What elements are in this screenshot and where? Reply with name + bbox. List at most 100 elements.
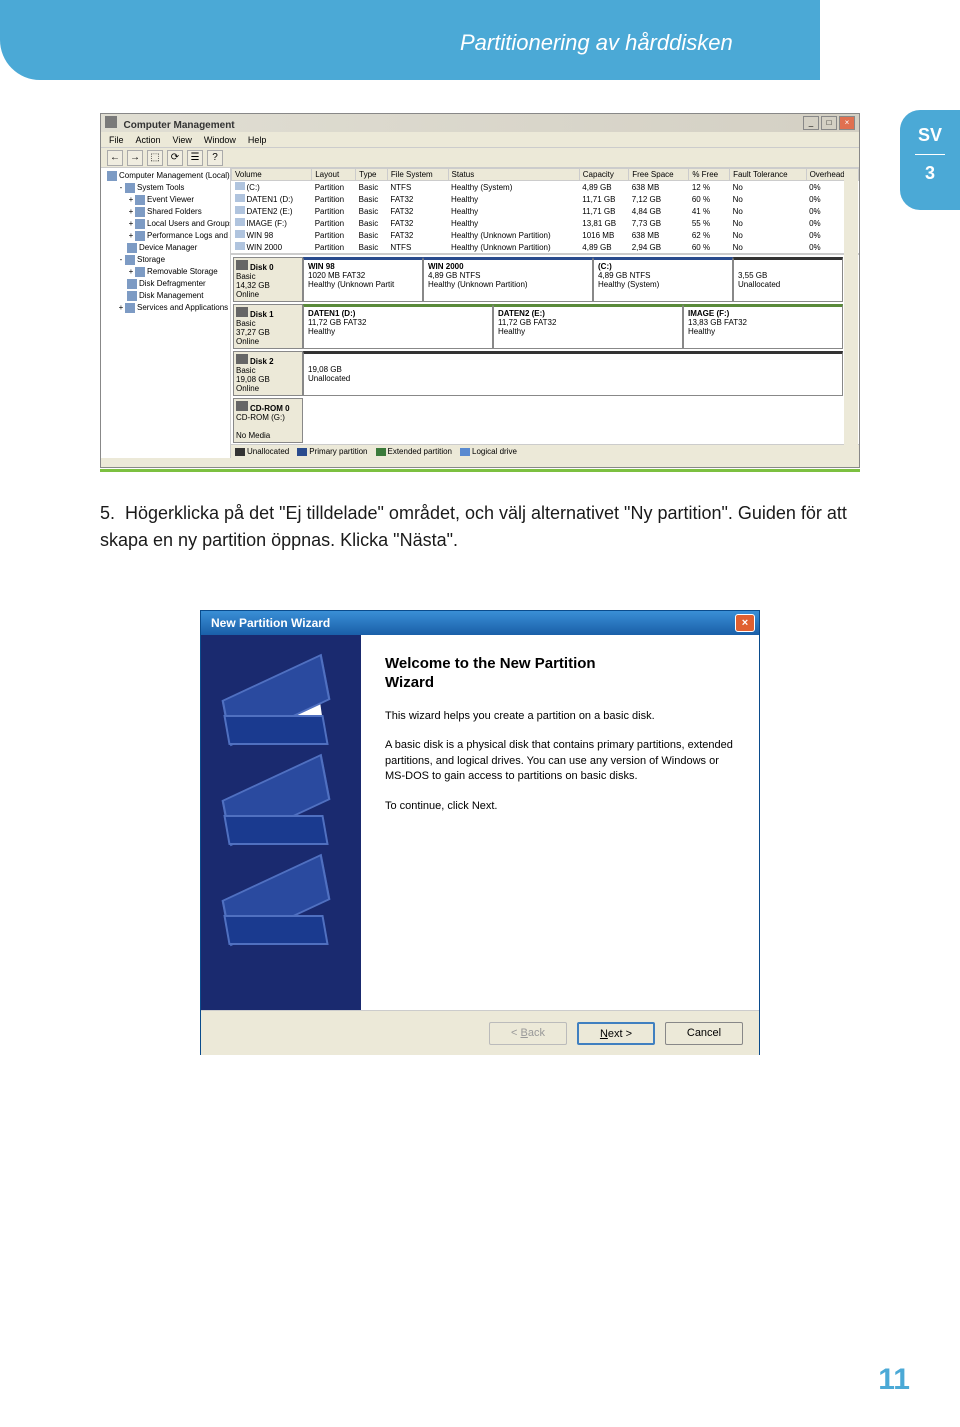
- defrag-icon: [127, 279, 137, 289]
- instruction-step: 5. Högerklicka på det "Ej tilldelade" om…: [100, 500, 860, 554]
- volume-icon: [235, 182, 245, 190]
- legend-primary-icon: [297, 448, 307, 456]
- volume-row[interactable]: WIN 98PartitionBasicFAT32Healthy (Unknow…: [232, 229, 859, 241]
- page-number: 11: [878, 1363, 910, 1397]
- wizard-close-button[interactable]: ×: [735, 614, 755, 632]
- disk-row: Disk 0Basic14,32 GBOnlineWIN 981020 MB F…: [233, 257, 857, 302]
- cm-title: Computer Management: [124, 120, 235, 131]
- tree-removable[interactable]: +Removable Storage: [103, 266, 228, 278]
- properties-icon[interactable]: ☰: [187, 150, 203, 166]
- tree-device-mgr[interactable]: Device Manager: [103, 242, 228, 254]
- window-controls: _ □ ×: [803, 116, 855, 130]
- disk-header[interactable]: Disk 1Basic37,27 GBOnline: [233, 304, 303, 349]
- volume-row[interactable]: DATEN1 (D:)PartitionBasicFAT32Healthy11,…: [232, 193, 859, 205]
- partition-block[interactable]: WIN 981020 MB FAT32Healthy (Unknown Part…: [303, 257, 423, 302]
- disk-icon: [221, 665, 331, 755]
- wizard-content: Welcome to the New Partition Wizard This…: [361, 635, 759, 1010]
- refresh-icon[interactable]: ⟳: [167, 150, 183, 166]
- wizard-body: Welcome to the New Partition Wizard This…: [201, 635, 759, 1010]
- menu-file[interactable]: File: [109, 135, 124, 145]
- diskmgmt-icon: [127, 291, 137, 301]
- app-icon: [105, 116, 117, 128]
- volume-row[interactable]: DATEN2 (E:)PartitionBasicFAT32Healthy11,…: [232, 205, 859, 217]
- side-tab: SV 3: [900, 110, 960, 210]
- wizard-heading-line2: Wizard: [385, 674, 735, 691]
- statusbar: [101, 458, 859, 464]
- chapter-number: 3: [900, 163, 960, 184]
- partition-block[interactable]: (C:)4,89 GB NTFSHealthy (System): [593, 257, 733, 302]
- storage-icon: [125, 255, 135, 265]
- volume-table: VolumeLayoutTypeFile SystemStatusCapacit…: [231, 168, 859, 253]
- back-icon[interactable]: ←: [107, 150, 123, 166]
- column-header[interactable]: Type: [356, 169, 388, 181]
- disk-drive-icon: [236, 260, 248, 270]
- scrollbar[interactable]: [844, 170, 858, 460]
- wizard-footer: < Back Next > Cancel: [201, 1010, 759, 1055]
- menu-view[interactable]: View: [173, 135, 192, 145]
- column-header[interactable]: Status: [448, 169, 579, 181]
- volume-row[interactable]: IMAGE (F:)PartitionBasicFAT32Healthy13,8…: [232, 217, 859, 229]
- partition-block[interactable]: 19,08 GBUnallocated: [303, 351, 843, 396]
- menubar: File Action View Window Help: [101, 132, 859, 148]
- users-icon: [135, 219, 145, 229]
- menu-help[interactable]: Help: [248, 135, 267, 145]
- column-header[interactable]: Layout: [312, 169, 356, 181]
- close-button[interactable]: ×: [839, 116, 855, 130]
- disk-header[interactable]: CD-ROM 0CD-ROM (G:)No Media: [233, 398, 303, 443]
- partition-block[interactable]: DATEN1 (D:)11,72 GB FAT32Healthy: [303, 304, 493, 349]
- partition-block[interactable]: 3,55 GBUnallocated: [733, 257, 843, 302]
- perf-icon: [135, 231, 145, 241]
- volume-header-row: VolumeLayoutTypeFile SystemStatusCapacit…: [232, 169, 859, 181]
- column-header[interactable]: Fault Tolerance: [730, 169, 807, 181]
- forward-icon[interactable]: →: [127, 150, 143, 166]
- volume-row[interactable]: WIN 2000PartitionBasicNTFSHealthy (Unkno…: [232, 241, 859, 253]
- tree-services[interactable]: +Services and Applications: [103, 302, 228, 314]
- tree-storage[interactable]: -Storage: [103, 254, 228, 266]
- column-header[interactable]: File System: [387, 169, 448, 181]
- new-partition-wizard: New Partition Wizard × Welcome to the Ne…: [200, 610, 760, 1055]
- menu-window[interactable]: Window: [204, 135, 236, 145]
- column-header[interactable]: % Free: [689, 169, 730, 181]
- tree-shared-folders[interactable]: +Shared Folders: [103, 206, 228, 218]
- disk-drive-icon: [236, 307, 248, 317]
- column-header[interactable]: Volume: [232, 169, 312, 181]
- step-text: Högerklicka på det "Ej tilldelade" områd…: [100, 503, 847, 550]
- next-button[interactable]: Next >: [577, 1022, 655, 1045]
- volume-icon: [235, 194, 245, 202]
- up-icon[interactable]: ⬚: [147, 150, 163, 166]
- folder-icon: [135, 207, 145, 217]
- column-header[interactable]: Free Space: [629, 169, 689, 181]
- cm-titlebar: Computer Management _ □ ×: [101, 114, 859, 132]
- column-header[interactable]: Capacity: [579, 169, 628, 181]
- volume-row[interactable]: (C:)PartitionBasicNTFSHealthy (System)4,…: [232, 181, 859, 194]
- event-icon: [135, 195, 145, 205]
- tree-root[interactable]: Computer Management (Local): [103, 170, 228, 182]
- wizard-title: New Partition Wizard: [205, 616, 330, 630]
- green-underline: [100, 469, 860, 472]
- tree-system-tools[interactable]: -System Tools: [103, 182, 228, 194]
- page-header-title: Partitionering av hårddisken: [460, 30, 733, 56]
- partition-block[interactable]: IMAGE (F:)13,83 GB FAT32Healthy: [683, 304, 843, 349]
- disk-header[interactable]: Disk 2Basic19,08 GBOnline: [233, 351, 303, 396]
- disk-row: Disk 2Basic19,08 GBOnline19,08 GBUnalloc…: [233, 351, 857, 396]
- maximize-button[interactable]: □: [821, 116, 837, 130]
- disk-drive-icon: [236, 401, 248, 411]
- legend-logical-icon: [460, 448, 470, 456]
- minimize-button[interactable]: _: [803, 116, 819, 130]
- tree-disk-mgmt[interactable]: Disk Management: [103, 290, 228, 302]
- tree-defrag[interactable]: Disk Defragmenter: [103, 278, 228, 290]
- tools-icon: [125, 183, 135, 193]
- menu-action[interactable]: Action: [136, 135, 161, 145]
- tree-event-viewer[interactable]: +Event Viewer: [103, 194, 228, 206]
- volume-icon: [235, 206, 245, 214]
- language-badge: SV: [900, 125, 960, 146]
- partition-block[interactable]: WIN 20004,89 GB NTFSHealthy (Unknown Par…: [423, 257, 593, 302]
- partition-block[interactable]: DATEN2 (E:)11,72 GB FAT32Healthy: [493, 304, 683, 349]
- tree-local-users[interactable]: +Local Users and Groups: [103, 218, 228, 230]
- tree-perf-logs[interactable]: +Performance Logs and Alerts: [103, 230, 228, 242]
- help-icon[interactable]: ?: [207, 150, 223, 166]
- computer-management-window: Computer Management _ □ × File Action Vi…: [100, 113, 860, 468]
- disk-icon: [221, 865, 331, 955]
- disk-header[interactable]: Disk 0Basic14,32 GBOnline: [233, 257, 303, 302]
- cancel-button[interactable]: Cancel: [665, 1022, 743, 1045]
